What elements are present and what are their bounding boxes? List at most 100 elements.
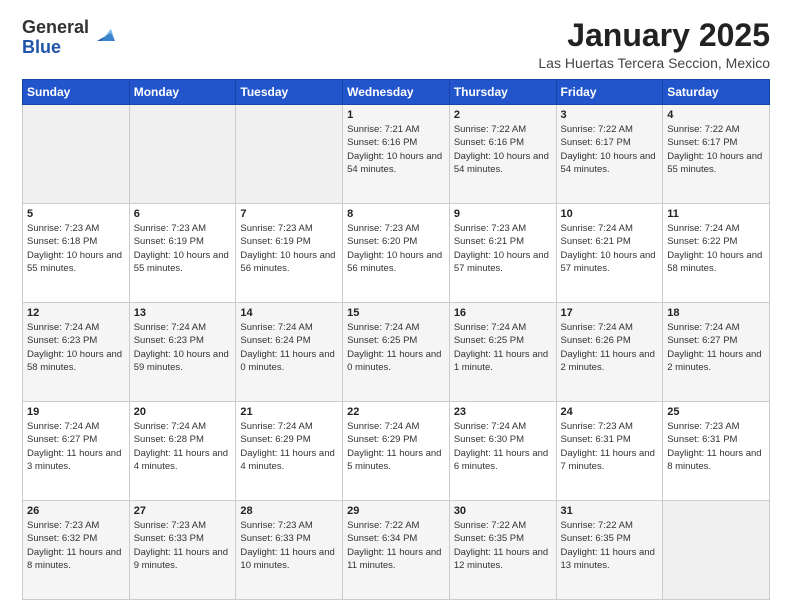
- calendar: SundayMondayTuesdayWednesdayThursdayFrid…: [22, 79, 770, 600]
- calendar-cell: 8Sunrise: 7:23 AM Sunset: 6:20 PM Daylig…: [343, 204, 450, 303]
- calendar-cell: 24 Sunrise: 7:23 AM Sunset: 6:31 PM Dayli…: [556, 402, 663, 501]
- day-number: 6: [134, 208, 232, 220]
- day-info: Sunrise: 7:22 AM Sunset: 6:17 PM Dayligh…: [561, 123, 659, 176]
- day-info: Sunrise: 7:24 AM Sunset: 6:25 PM Dayligh…: [347, 321, 445, 374]
- day-number: 2: [454, 109, 552, 121]
- day-info: Sunrise: 7:24 AM Sunset: 6:22 PM Dayligh…: [667, 222, 765, 275]
- calendar-cell: 10 Sunrise: 7:24 AM Sunset: 6:21 PM Dayli…: [556, 204, 663, 303]
- day-info: Sunrise: 7:24 AM Sunset: 6:29 PM Dayligh…: [240, 420, 338, 473]
- day-number: 7: [240, 208, 338, 220]
- logo-general: General: [22, 18, 89, 38]
- calendar-cell: 2 Sunrise: 7:22 AM Sunset: 6:16 PM Daylig…: [449, 105, 556, 204]
- calendar-cell: 16Sunrise: 7:24 AM Sunset: 6:25 PM Dayli…: [449, 303, 556, 402]
- calendar-cell: 5Sunrise: 7:23 AM Sunset: 6:18 PM Daylig…: [23, 204, 130, 303]
- day-info: Sunrise: 7:22 AM Sunset: 6:35 PM Dayligh…: [454, 519, 552, 572]
- calendar-cell: 11 Sunrise: 7:24 AM Sunset: 6:22 PM Dayli…: [663, 204, 770, 303]
- day-info: Sunrise: 7:23 AM Sunset: 6:31 PM Dayligh…: [561, 420, 659, 473]
- calendar-cell: 7 Sunrise: 7:23 AM Sunset: 6:19 PM Daylig…: [236, 204, 343, 303]
- header: General Blue January 2025 Las Huertas Te…: [22, 18, 770, 71]
- day-number: 27: [134, 505, 232, 517]
- day-number: 10: [561, 208, 659, 220]
- day-number: 9: [454, 208, 552, 220]
- calendar-cell: 20 Sunrise: 7:24 AM Sunset: 6:28 PM Dayli…: [129, 402, 236, 501]
- calendar-cell: 6 Sunrise: 7:23 AM Sunset: 6:19 PM Daylig…: [129, 204, 236, 303]
- day-info: Sunrise: 7:22 AM Sunset: 6:34 PM Dayligh…: [347, 519, 445, 572]
- calendar-cell: 14 Sunrise: 7:24 AM Sunset: 6:24 PM Dayli…: [236, 303, 343, 402]
- day-info: Sunrise: 7:23 AM Sunset: 6:32 PM Dayligh…: [27, 519, 125, 572]
- calendar-cell: 30Sunrise: 7:22 AM Sunset: 6:35 PM Dayli…: [449, 501, 556, 600]
- logo: General Blue: [22, 18, 115, 58]
- calendar-cell: [236, 105, 343, 204]
- calendar-cell: 18 Sunrise: 7:24 AM Sunset: 6:27 PM Dayli…: [663, 303, 770, 402]
- day-number: 14: [240, 307, 338, 319]
- weekday-header-sunday: Sunday: [23, 80, 130, 105]
- day-number: 23: [454, 406, 552, 418]
- day-number: 24: [561, 406, 659, 418]
- calendar-cell: 22Sunrise: 7:24 AM Sunset: 6:29 PM Dayli…: [343, 402, 450, 501]
- day-number: 20: [134, 406, 232, 418]
- weekday-header-monday: Monday: [129, 80, 236, 105]
- calendar-cell: 25Sunrise: 7:23 AM Sunset: 6:31 PM Dayli…: [663, 402, 770, 501]
- calendar-cell: 28 Sunrise: 7:23 AM Sunset: 6:33 PM Dayli…: [236, 501, 343, 600]
- day-number: 21: [240, 406, 338, 418]
- day-number: 22: [347, 406, 445, 418]
- calendar-header: SundayMondayTuesdayWednesdayThursdayFrid…: [23, 80, 770, 105]
- day-number: 15: [347, 307, 445, 319]
- day-number: 26: [27, 505, 125, 517]
- week-row-4: 26 Sunrise: 7:23 AM Sunset: 6:32 PM Dayli…: [23, 501, 770, 600]
- day-number: 11: [667, 208, 765, 220]
- calendar-cell: 13 Sunrise: 7:24 AM Sunset: 6:23 PM Dayli…: [129, 303, 236, 402]
- title-block: January 2025 Las Huertas Tercera Seccion…: [538, 18, 770, 71]
- calendar-cell: 21 Sunrise: 7:24 AM Sunset: 6:29 PM Dayli…: [236, 402, 343, 501]
- calendar-cell: [23, 105, 130, 204]
- day-number: 19: [27, 406, 125, 418]
- weekday-header-wednesday: Wednesday: [343, 80, 450, 105]
- day-info: Sunrise: 7:24 AM Sunset: 6:27 PM Dayligh…: [27, 420, 125, 473]
- day-number: 16: [454, 307, 552, 319]
- calendar-body: 1 Sunrise: 7:21 AM Sunset: 6:16 PM Daylig…: [23, 105, 770, 600]
- logo-text: General Blue: [22, 18, 89, 58]
- day-info: Sunrise: 7:24 AM Sunset: 6:27 PM Dayligh…: [667, 321, 765, 374]
- calendar-cell: 9 Sunrise: 7:23 AM Sunset: 6:21 PM Daylig…: [449, 204, 556, 303]
- day-info: Sunrise: 7:24 AM Sunset: 6:28 PM Dayligh…: [134, 420, 232, 473]
- month-title: January 2025: [538, 18, 770, 53]
- day-number: 13: [134, 307, 232, 319]
- day-info: Sunrise: 7:23 AM Sunset: 6:21 PM Dayligh…: [454, 222, 552, 275]
- day-number: 29: [347, 505, 445, 517]
- weekday-header-friday: Friday: [556, 80, 663, 105]
- day-info: Sunrise: 7:24 AM Sunset: 6:30 PM Dayligh…: [454, 420, 552, 473]
- day-info: Sunrise: 7:24 AM Sunset: 6:23 PM Dayligh…: [134, 321, 232, 374]
- calendar-cell: [663, 501, 770, 600]
- day-info: Sunrise: 7:23 AM Sunset: 6:33 PM Dayligh…: [240, 519, 338, 572]
- day-info: Sunrise: 7:21 AM Sunset: 6:16 PM Dayligh…: [347, 123, 445, 176]
- day-info: Sunrise: 7:24 AM Sunset: 6:21 PM Dayligh…: [561, 222, 659, 275]
- calendar-cell: 17Sunrise: 7:24 AM Sunset: 6:26 PM Dayli…: [556, 303, 663, 402]
- day-number: 18: [667, 307, 765, 319]
- day-info: Sunrise: 7:23 AM Sunset: 6:18 PM Dayligh…: [27, 222, 125, 275]
- day-number: 1: [347, 109, 445, 121]
- day-info: Sunrise: 7:23 AM Sunset: 6:19 PM Dayligh…: [134, 222, 232, 275]
- calendar-cell: 1 Sunrise: 7:21 AM Sunset: 6:16 PM Daylig…: [343, 105, 450, 204]
- calendar-cell: 31Sunrise: 7:22 AM Sunset: 6:35 PM Dayli…: [556, 501, 663, 600]
- week-row-2: 12 Sunrise: 7:24 AM Sunset: 6:23 PM Dayli…: [23, 303, 770, 402]
- week-row-0: 1 Sunrise: 7:21 AM Sunset: 6:16 PM Daylig…: [23, 105, 770, 204]
- calendar-cell: [129, 105, 236, 204]
- weekday-header-saturday: Saturday: [663, 80, 770, 105]
- day-info: Sunrise: 7:22 AM Sunset: 6:16 PM Dayligh…: [454, 123, 552, 176]
- day-info: Sunrise: 7:23 AM Sunset: 6:19 PM Dayligh…: [240, 222, 338, 275]
- calendar-cell: 4Sunrise: 7:22 AM Sunset: 6:17 PM Daylig…: [663, 105, 770, 204]
- day-info: Sunrise: 7:23 AM Sunset: 6:33 PM Dayligh…: [134, 519, 232, 572]
- location-title: Las Huertas Tercera Seccion, Mexico: [538, 55, 770, 71]
- calendar-cell: 27 Sunrise: 7:23 AM Sunset: 6:33 PM Dayli…: [129, 501, 236, 600]
- day-number: 12: [27, 307, 125, 319]
- day-number: 28: [240, 505, 338, 517]
- day-info: Sunrise: 7:22 AM Sunset: 6:17 PM Dayligh…: [667, 123, 765, 176]
- day-info: Sunrise: 7:24 AM Sunset: 6:24 PM Dayligh…: [240, 321, 338, 374]
- weekday-header-thursday: Thursday: [449, 80, 556, 105]
- calendar-cell: 19 Sunrise: 7:24 AM Sunset: 6:27 PM Dayli…: [23, 402, 130, 501]
- day-number: 3: [561, 109, 659, 121]
- calendar-cell: 23 Sunrise: 7:24 AM Sunset: 6:30 PM Dayli…: [449, 402, 556, 501]
- day-number: 8: [347, 208, 445, 220]
- page: General Blue January 2025 Las Huertas Te…: [0, 0, 792, 612]
- calendar-cell: 12Sunrise: 7:24 AM Sunset: 6:23 PM Dayli…: [23, 303, 130, 402]
